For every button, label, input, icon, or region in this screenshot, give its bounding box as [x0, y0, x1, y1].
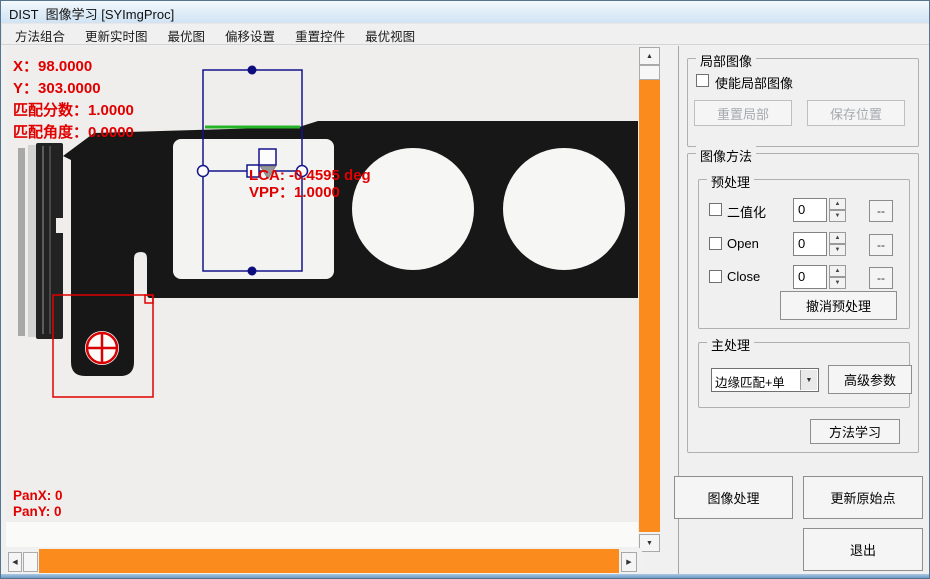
- readout-pan-y: PanY: 0: [13, 504, 62, 520]
- group-preprocess-label: 预处理: [707, 172, 754, 191]
- readout-match-score: 匹配分数：1.0000: [13, 100, 134, 122]
- close-value-input[interactable]: 0: [793, 265, 827, 289]
- vertical-scroll-thumb[interactable]: [639, 65, 660, 80]
- readout-pan-x: PanX: 0: [13, 488, 63, 504]
- group-local-image-label: 局部图像: [696, 51, 756, 70]
- menu-item-update-live[interactable]: 更新实时图: [75, 23, 158, 44]
- readout-x: X：98.0000: [13, 56, 92, 78]
- undo-preprocess-button[interactable]: 撤消预处理: [780, 291, 897, 320]
- binarize-value-input[interactable]: 0: [793, 198, 827, 222]
- menu-bar: 方法组合 更新实时图 最优图 偏移设置 重置控件 最优视图: [1, 23, 929, 45]
- group-main-process-label: 主处理: [707, 335, 754, 354]
- close-spinner[interactable]: ▲ ▼: [829, 265, 846, 289]
- close-indicator: --: [869, 267, 893, 289]
- menu-item-method-combo[interactable]: 方法组合: [5, 23, 75, 44]
- menu-item-reset-controls[interactable]: 重置控件: [285, 23, 355, 44]
- scroll-right-button[interactable]: ▶: [621, 552, 637, 572]
- enable-local-image-label: 使能局部图像: [715, 73, 793, 92]
- horizontal-scrollbar[interactable]: ◀ ▶: [6, 548, 642, 574]
- group-image-method-label: 图像方法: [696, 146, 756, 165]
- group-preprocess: 预处理 二值化 0 ▲ ▼ -- Open 0 ▲ ▼: [698, 179, 910, 329]
- combo-dropdown-icon[interactable]: ▼: [800, 370, 817, 390]
- label-lca: LCA: -0.4595 deg: [249, 167, 371, 184]
- binarize-spin-up-icon[interactable]: ▲: [829, 198, 846, 210]
- center-marker-box[interactable]: [259, 149, 276, 165]
- vertical-scrollbar[interactable]: ▲ ▼: [639, 47, 660, 552]
- scroll-up-button[interactable]: ▲: [639, 47, 660, 65]
- right-arrow-icon: ▶: [626, 558, 631, 566]
- menu-item-best-view[interactable]: 最优视图: [355, 23, 425, 44]
- horizontal-scroll-thumb[interactable]: [23, 552, 38, 572]
- binarize-spin-down-icon[interactable]: ▼: [829, 210, 846, 222]
- group-main-process: 主处理 边缘匹配+单 ▼ 高级参数: [698, 342, 910, 408]
- menu-item-offset-settings[interactable]: 偏移设置: [215, 23, 285, 44]
- binarize-indicator: --: [869, 200, 893, 222]
- bracket-hole-2: [503, 148, 625, 270]
- close-spin-down-icon[interactable]: ▼: [829, 277, 846, 289]
- bracket-square-hole: [173, 139, 334, 279]
- image-process-button[interactable]: 图像处理: [674, 476, 793, 519]
- method-combobox-value: 边缘匹配+单: [715, 372, 800, 391]
- scroll-left-button[interactable]: ◀: [8, 552, 22, 572]
- close-spin-up-icon[interactable]: ▲: [829, 265, 846, 277]
- open-spin-down-icon[interactable]: ▼: [829, 244, 846, 256]
- readout-y: Y：303.0000: [13, 78, 101, 100]
- handle-bottom[interactable]: [248, 267, 257, 276]
- open-indicator: --: [869, 234, 893, 256]
- down-arrow-icon: ▼: [646, 540, 653, 547]
- close-label: Close: [727, 269, 760, 284]
- enable-local-image-checkbox[interactable]: [696, 74, 709, 87]
- reset-local-button[interactable]: 重置局部: [694, 100, 792, 126]
- binarize-checkbox[interactable]: [709, 203, 722, 216]
- left-arrow-icon: ◀: [12, 558, 17, 566]
- title-bar[interactable]: DIST 图像学习 [SYImgProc]: [1, 1, 929, 24]
- app-window: DIST 图像学习 [SYImgProc] 方法组合 更新实时图 最优图 偏移设…: [0, 0, 930, 579]
- window-title: DIST 图像学习 [SYImgProc]: [9, 4, 174, 23]
- open-checkbox[interactable]: [709, 237, 722, 250]
- up-arrow-icon: ▲: [646, 53, 653, 60]
- scroll-down-button[interactable]: ▼: [639, 534, 660, 552]
- binarize-label: 二值化: [727, 202, 766, 221]
- label-vpp: VPP：1.0000: [249, 184, 340, 201]
- method-learn-button[interactable]: 方法学习: [810, 419, 900, 444]
- handle-left[interactable]: [198, 166, 209, 177]
- horizontal-scroll-track[interactable]: [39, 549, 619, 573]
- binarize-spinner[interactable]: ▲ ▼: [829, 198, 846, 222]
- group-local-image: 局部图像 使能局部图像 重置局部 保存位置: [687, 58, 919, 147]
- open-spinner[interactable]: ▲ ▼: [829, 232, 846, 256]
- open-value-input[interactable]: 0: [793, 232, 827, 256]
- method-combobox[interactable]: 边缘匹配+单 ▼: [711, 368, 819, 392]
- update-origin-button[interactable]: 更新原始点: [803, 476, 923, 519]
- open-label: Open: [727, 236, 759, 251]
- open-spin-up-icon[interactable]: ▲: [829, 232, 846, 244]
- menu-item-best-image[interactable]: 最优图: [158, 23, 216, 44]
- canvas-bottom-strip: [6, 522, 638, 547]
- save-position-button[interactable]: 保存位置: [807, 100, 905, 126]
- exit-button[interactable]: 退出: [803, 528, 923, 571]
- handle-top[interactable]: [248, 66, 257, 75]
- readout-match-angle: 匹配角度：0.0000: [13, 122, 134, 144]
- group-image-method: 图像方法 预处理 二值化 0 ▲ ▼ -- Open 0 ▲: [687, 153, 919, 453]
- close-checkbox[interactable]: [709, 270, 722, 283]
- advanced-params-button[interactable]: 高级参数: [828, 365, 912, 394]
- bracket-left-edge: [18, 143, 64, 339]
- vertical-scroll-track[interactable]: [639, 80, 660, 532]
- window-bottom-border: [1, 574, 929, 578]
- image-canvas[interactable]: X：98.0000 Y：303.0000 匹配分数：1.0000 匹配角度：0.…: [6, 46, 638, 547]
